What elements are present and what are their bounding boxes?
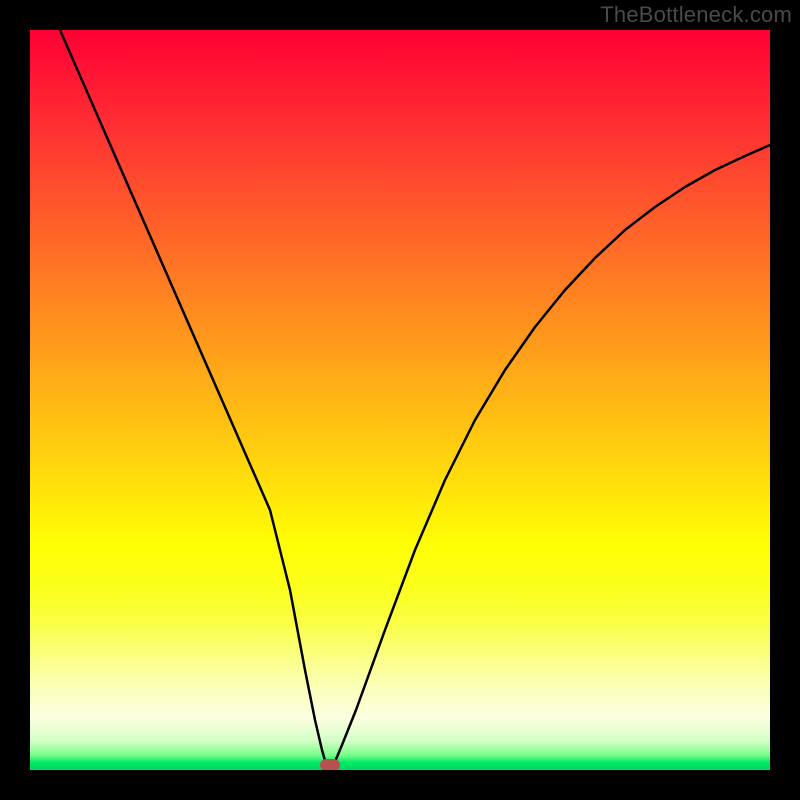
watermark-text: TheBottleneck.com [600,2,792,28]
bottleneck-curve [30,30,770,770]
plot-area [30,30,770,770]
curve-path [60,30,770,767]
optimal-point-marker [320,759,340,770]
